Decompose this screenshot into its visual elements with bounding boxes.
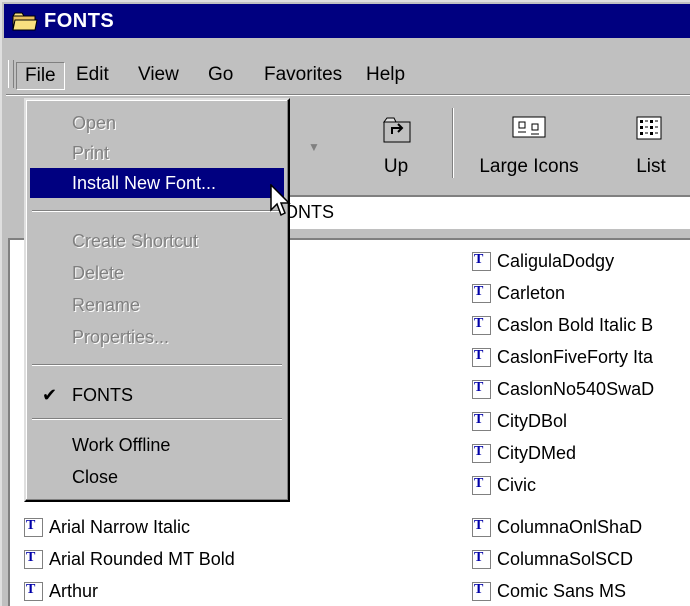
large-icons-label: Large Icons [479, 156, 579, 177]
list-item[interactable]: T Arial Narrow Italic [24, 514, 190, 540]
list-label: List [636, 156, 666, 177]
large-icons-icon [512, 116, 546, 138]
list-item[interactable]: T CaslonFiveForty Ita [472, 344, 653, 370]
truetype-font-icon: T [472, 411, 491, 431]
toolbar-divider [452, 108, 454, 178]
truetype-font-icon: T [472, 549, 491, 569]
up-label: Up [383, 156, 409, 177]
file-name: Civic [497, 474, 536, 495]
checkmark-icon: ✔ [42, 385, 58, 405]
list-item[interactable]: T ColumnaOnlShaD [472, 514, 642, 540]
list-item[interactable]: T Carleton [472, 280, 565, 306]
file-name: ColumnaOnlShaD [497, 516, 643, 537]
list-item[interactable]: T Civic [472, 472, 536, 498]
menu-close[interactable]: Close [30, 462, 284, 492]
truetype-font-icon: T [472, 475, 491, 495]
file-name: CityDMed [497, 442, 577, 463]
menu-separator [32, 210, 282, 212]
file-name: CaligulaDodgy [497, 250, 615, 271]
menu-open[interactable]: Open [30, 108, 284, 138]
truetype-font-icon: T [472, 581, 491, 601]
menu-install-new-font[interactable]: Install New Font... [30, 168, 284, 198]
menubar-separator [6, 94, 690, 96]
truetype-font-icon: T [472, 347, 491, 367]
list-item[interactable]: T CityDBol [472, 408, 567, 434]
list-item[interactable]: T ColumnaSolSCD [472, 546, 633, 572]
file-name: CityDBol [497, 410, 568, 431]
list-item[interactable]: T CityDMed [472, 440, 576, 466]
list-item[interactable]: T Arthur [24, 578, 98, 604]
list-view-icon [636, 116, 662, 140]
menu-help[interactable]: Help [358, 62, 413, 88]
menu-fonts-label: FONTS [72, 385, 133, 405]
up-folder-icon [383, 117, 411, 143]
menu-properties[interactable]: Properties... [30, 322, 284, 352]
file-name: Arial Rounded MT Bold [49, 548, 235, 569]
truetype-font-icon: T [24, 549, 43, 569]
folder-icon [12, 11, 38, 31]
window-title: FONTS [44, 9, 115, 32]
truetype-font-icon: T [24, 581, 43, 601]
menu-view[interactable]: View [130, 62, 187, 88]
list-item[interactable]: T Comic Sans MS [472, 578, 626, 604]
file-name: Arthur [49, 580, 99, 601]
menu-edit[interactable]: Edit [68, 62, 117, 88]
menu-separator [32, 418, 282, 420]
menu-file[interactable]: File [16, 62, 65, 90]
file-name: CaslonFiveForty Ita [497, 346, 654, 367]
file-name: CaslonNo540SwaD [497, 378, 655, 399]
title-bar[interactable]: FONTS [4, 4, 690, 38]
menu-favorites[interactable]: Favorites [256, 62, 350, 88]
menu-print[interactable]: Print [30, 138, 284, 168]
truetype-font-icon: T [472, 379, 491, 399]
list-item[interactable]: T CaligulaDodgy [472, 248, 614, 274]
dropdown-arrow-icon[interactable]: ▼ [308, 140, 320, 154]
menu-go[interactable]: Go [200, 62, 241, 88]
menu-create-shortcut[interactable]: Create Shortcut [30, 226, 284, 256]
file-name: Caslon Bold Italic B [497, 314, 654, 335]
list-item[interactable]: T CaslonNo540SwaD [472, 376, 654, 402]
menu-delete[interactable]: Delete [30, 258, 284, 288]
file-name: Arial Narrow Italic [49, 516, 191, 537]
list-item[interactable]: T Caslon Bold Italic B [472, 312, 653, 338]
file-menu-dropdown: Open Print Install New Font... Create Sh… [24, 98, 290, 502]
address-input[interactable]: S\FONTS [246, 195, 690, 229]
truetype-font-icon: T [472, 251, 491, 271]
truetype-font-icon: T [472, 517, 491, 537]
truetype-font-icon: T [24, 517, 43, 537]
menu-separator [32, 364, 282, 366]
file-name: Comic Sans MS [497, 580, 627, 601]
explorer-window: FONTS File Edit View Go Favorites Help ▼… [0, 0, 690, 606]
truetype-font-icon: T [472, 443, 491, 463]
menu-work-offline[interactable]: Work Offline [30, 430, 284, 460]
file-name: ColumnaSolSCD [497, 548, 634, 569]
mouse-cursor-icon [270, 184, 291, 217]
list-item[interactable]: T Arial Rounded MT Bold [24, 546, 235, 572]
file-name: Carleton [497, 282, 566, 303]
truetype-font-icon: T [472, 315, 491, 335]
menu-bar: File Edit View Go Favorites Help [6, 44, 690, 96]
menu-fonts[interactable]: ✔ FONTS [30, 380, 284, 410]
menubar-grip[interactable] [8, 60, 14, 88]
truetype-font-icon: T [472, 283, 491, 303]
menu-rename[interactable]: Rename [30, 290, 284, 320]
